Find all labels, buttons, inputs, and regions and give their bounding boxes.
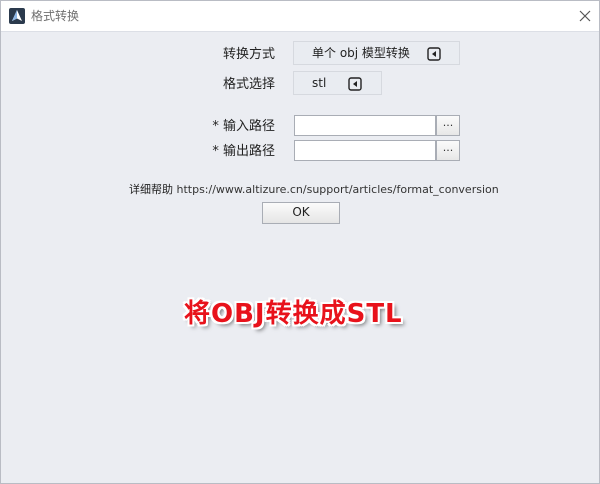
output-path-field[interactable]	[294, 140, 436, 161]
close-button[interactable]	[576, 7, 594, 25]
title-bar: 格式转换	[1, 1, 599, 32]
input-path-field[interactable]	[294, 115, 436, 136]
input-browse-button[interactable]: ...	[436, 115, 460, 136]
format-conversion-window: 格式转换 转换方式 单个 obj 模型转换 格式选择 stl * 输入路径 ..…	[0, 0, 600, 484]
window-title: 格式转换	[31, 9, 80, 23]
input-path-label: * 输入路径	[212, 119, 275, 134]
ok-button[interactable]: OK	[262, 202, 340, 224]
dropdown-arrow-icon	[348, 76, 362, 91]
format-selector[interactable]: stl	[293, 71, 382, 95]
help-row: 详细帮助 https://www.altizure.cn/support/art…	[129, 183, 499, 196]
close-icon	[579, 10, 591, 22]
dropdown-arrow-icon	[427, 46, 441, 61]
format-label: 格式选择	[222, 77, 275, 92]
conversion-mode-label: 转换方式	[222, 47, 275, 62]
overlay-caption: 将OBJ转换成STL	[184, 299, 403, 329]
help-link[interactable]: https://www.altizure.cn/support/articles…	[177, 183, 499, 196]
app-logo-icon	[9, 8, 25, 24]
conversion-mode-value: 单个 obj 模型转换	[312, 46, 410, 60]
output-browse-button[interactable]: ...	[436, 140, 460, 161]
format-value: stl	[312, 76, 327, 90]
help-label: 详细帮助	[129, 183, 173, 196]
output-path-label: * 输出路径	[212, 144, 275, 159]
conversion-mode-selector[interactable]: 单个 obj 模型转换	[293, 41, 460, 65]
